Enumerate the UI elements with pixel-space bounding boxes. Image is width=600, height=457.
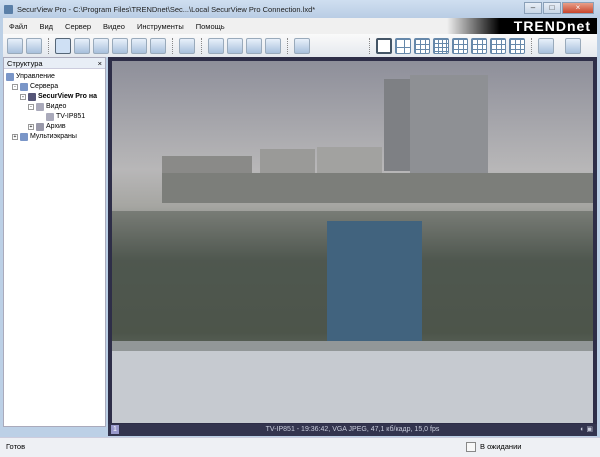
video-view[interactable]: [108, 57, 597, 427]
tree-item-server[interactable]: - SecurView Pro на: [6, 92, 103, 102]
tree-item-archive[interactable]: + Архив: [6, 122, 103, 132]
status-bar: Готов В ожидании: [0, 437, 600, 457]
toolbar: [3, 34, 597, 57]
tree-item-video[interactable]: - Видео: [6, 102, 103, 112]
layout-8-icon[interactable]: [471, 37, 487, 54]
structure-panel: Структура × Управление - Сервера - SecurVie…: [3, 57, 106, 427]
menu-help[interactable]: Помощь: [190, 22, 231, 31]
title-bar: SecurView Pro - C:\Program Files\TRENDne…: [0, 0, 600, 18]
menu-file[interactable]: Файл: [3, 22, 33, 31]
computer-dropdown-icon[interactable]: [294, 37, 310, 54]
trendnet-logo: TRENDnet: [447, 18, 597, 34]
camera-controls-icon[interactable]: ◐ ▣: [580, 424, 593, 436]
panel-close-button[interactable]: ×: [98, 58, 102, 68]
app-icon: [4, 4, 13, 14]
connection-status: В ожидании: [480, 442, 522, 451]
menu-view[interactable]: Вид: [33, 22, 59, 31]
video-status-text: TV-IP851 - 19:36:42, VGA JPEG, 47,1 кб/к…: [265, 426, 440, 433]
close-button[interactable]: ×: [562, 2, 594, 14]
export-icon[interactable]: [265, 37, 281, 54]
snapshot-icon[interactable]: [150, 37, 166, 54]
tree-item-management[interactable]: Управление: [6, 72, 103, 82]
channel-number[interactable]: 1: [111, 425, 119, 434]
record-icon[interactable]: [112, 37, 128, 54]
globe-icon[interactable]: [246, 37, 262, 54]
ptz-icon[interactable]: [179, 37, 195, 54]
layout-1-icon[interactable]: [376, 37, 392, 54]
tree-item-servers[interactable]: - Сервера: [6, 82, 103, 92]
maximize-button[interactable]: □: [543, 2, 561, 14]
tree-item-camera[interactable]: TV-IP851: [6, 112, 103, 122]
panel-title: Структура: [7, 59, 43, 68]
camera-feed-image: [112, 61, 593, 423]
minimize-button[interactable]: –: [524, 2, 542, 14]
pen-icon[interactable]: [208, 37, 224, 54]
layout-4-icon[interactable]: [395, 37, 411, 54]
save-icon[interactable]: [26, 37, 42, 54]
hand-dropdown-icon[interactable]: [565, 37, 581, 54]
video-status-strip: 1 TV-IP851 - 19:36:42, VGA JPEG, 47,1 кб…: [108, 424, 597, 436]
layout-10-icon[interactable]: [490, 37, 506, 54]
edit-icon[interactable]: [93, 37, 109, 54]
waiting-icon: [466, 442, 476, 452]
menu-tools[interactable]: Инструменты: [131, 22, 190, 31]
window-title: SecurView Pro - C:\Program Files\TRENDne…: [17, 4, 316, 14]
menu-server[interactable]: Сервер: [59, 22, 97, 31]
search-icon[interactable]: [74, 37, 90, 54]
display-dropdown-icon[interactable]: [538, 37, 554, 54]
tree-item-multiscreens[interactable]: + Мультиэкраны: [6, 132, 103, 142]
link-icon[interactable]: [227, 37, 243, 54]
status-text: Готов: [6, 442, 26, 451]
menu-bar: Файл Вид Сервер Видео Инструменты Помощь…: [3, 18, 597, 34]
menu-video[interactable]: Видео: [97, 22, 131, 31]
layout-13-icon[interactable]: [509, 37, 525, 54]
structure-icon[interactable]: [55, 37, 71, 54]
open-icon[interactable]: [7, 37, 23, 54]
layout-16-icon[interactable]: [433, 37, 449, 54]
layout-icon[interactable]: [131, 37, 147, 54]
layout-9-icon[interactable]: [414, 37, 430, 54]
layout-6-icon[interactable]: [452, 37, 468, 54]
